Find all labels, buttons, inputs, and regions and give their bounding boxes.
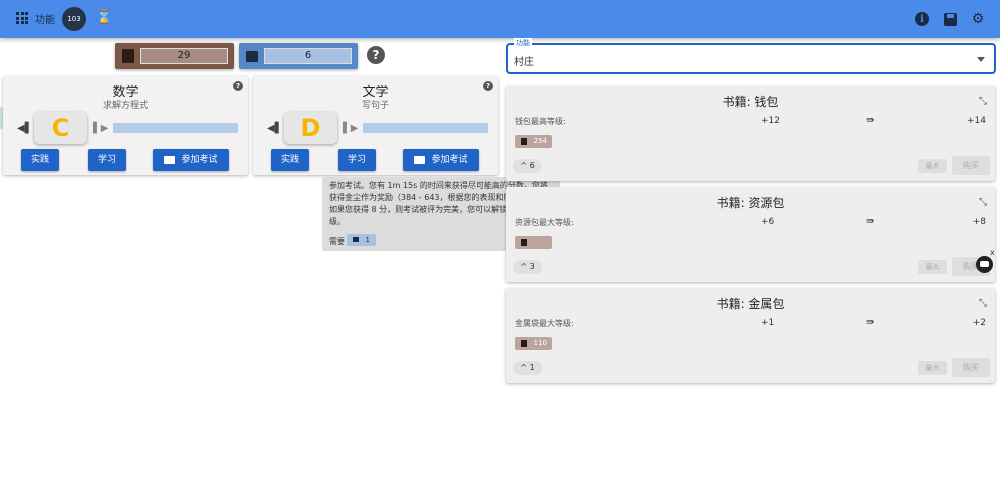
stat-next: +14 (967, 116, 986, 126)
book-resource: 29 (115, 43, 234, 69)
take-exam-label: 参加考试 (181, 155, 218, 165)
study-button[interactable]: 学习 (88, 149, 126, 171)
max-button[interactable]: 最大 (918, 159, 947, 173)
arrow-right-icon: ⇛ (866, 115, 875, 126)
level-chip: ^ 3 (513, 260, 542, 274)
select-label: 功能 (514, 38, 532, 48)
study-button[interactable]: 学习 (338, 149, 376, 171)
mascot-icon[interactable] (976, 256, 993, 273)
progress-bar (363, 123, 488, 133)
id-card-icon (353, 237, 359, 242)
requirement-label: 需要 (329, 237, 345, 246)
book-resource-value: 29 (140, 48, 228, 64)
grade-display: C (34, 112, 87, 144)
collapse-icon[interactable]: ⤡ (979, 298, 987, 309)
stat-current: +1 (761, 318, 775, 328)
select-value: 村庄 (514, 57, 534, 68)
cost-chip: 254 (515, 135, 552, 148)
previous-grade-icon[interactable]: ◀▌ (267, 123, 282, 134)
help-icon[interactable]: ? (367, 46, 385, 64)
book-upgrade-card: 书籍: 钱包 ⤡ 钱包最高等级: +12 ⇛ +14 254 ^ 6 最大 购买 (506, 86, 995, 181)
book-upgrade-card: 书籍: 金属包 ⤡ 金属袋最大等级: +1 ⇛ +2 110 ^ 1 最大 购买 (506, 288, 995, 383)
book-icon (521, 138, 527, 145)
stat-current: +6 (761, 217, 775, 227)
take-exam-button[interactable]: 参加考试 (403, 149, 479, 171)
card-resource-value: 6 (264, 48, 352, 64)
max-button[interactable]: 最大 (918, 361, 947, 375)
stat-next: +2 (972, 318, 986, 328)
collapse-icon[interactable]: ⤡ (979, 197, 987, 208)
id-card-icon (164, 155, 176, 164)
level-value: 6 (529, 161, 535, 170)
collapse-icon[interactable]: ⤡ (979, 96, 987, 107)
arrow-right-icon: ⇛ (866, 317, 875, 328)
gear-icon[interactable]: ⚙ (968, 9, 988, 29)
progress-bar (113, 123, 238, 133)
top-app-bar: 功能 103 ⌛ i ⚙ (0, 0, 1000, 38)
stat-next: +8 (972, 217, 986, 227)
level-value: 3 (529, 262, 535, 271)
hourglass-icon[interactable]: ⌛ (96, 10, 112, 25)
stat-current: +12 (761, 116, 780, 126)
buy-button[interactable]: 购买 (952, 358, 990, 377)
cost-chip: 110 (515, 337, 552, 350)
chevron-down-icon (977, 57, 985, 62)
next-grade-icon[interactable]: ▌▶ (93, 123, 108, 134)
cost-value: 110 (533, 339, 547, 347)
stat-label: 资源包最大等级: (515, 218, 574, 227)
level-chip: ^ 6 (513, 159, 542, 173)
grade-display: D (284, 112, 337, 144)
save-icon[interactable] (940, 9, 960, 29)
max-button[interactable]: 最大 (918, 260, 947, 274)
subject-card-literature: 文学 写句子 ? ◀▌ D ▌▶ 实践 学习 参加考试 (253, 76, 498, 175)
card-resource: 6 (239, 43, 358, 69)
subject-card-math: 数学 求解方程式 ? ◀▌ C ▌▶ 实践 学习 参加考试 (3, 76, 248, 175)
stat-label: 钱包最高等级: (515, 117, 566, 126)
requirement-chip: 1 (347, 234, 376, 246)
arrow-right-icon: ⇛ (866, 216, 875, 227)
apps-grid-icon[interactable] (16, 12, 28, 24)
subject-subtitle: 求解方程式 (102, 101, 148, 111)
close-icon[interactable]: x (990, 248, 995, 257)
help-icon[interactable]: ? (233, 81, 243, 91)
book-icon (122, 49, 134, 63)
gear-badge-icon[interactable]: 103 (64, 9, 84, 29)
take-exam-label: 参加考试 (431, 155, 468, 165)
book-title: 书籍: 金属包 (716, 297, 785, 311)
id-card-icon (246, 51, 258, 62)
requirement-value: 1 (365, 236, 370, 244)
id-card-icon (414, 155, 426, 164)
book-upgrade-card: 书籍: 资源包 ⤡ 资源包最大等级: +6 ⇛ +8 ^ 3 最大 购买 (506, 187, 995, 282)
buy-button[interactable]: 购买 (952, 156, 990, 175)
help-icon[interactable]: ? (483, 81, 493, 91)
book-title: 书籍: 钱包 (722, 95, 779, 109)
level-value: 1 (529, 363, 535, 372)
practice-button[interactable]: 实践 (271, 149, 309, 171)
stat-label: 金属袋最大等级: (515, 319, 574, 328)
menu-label[interactable]: 功能 (35, 11, 55, 26)
previous-grade-icon[interactable]: ◀▌ (17, 123, 32, 134)
book-icon (521, 239, 527, 246)
level-chip: ^ 1 (513, 361, 542, 375)
take-exam-button[interactable]: 参加考试 (153, 149, 229, 171)
cost-chip (515, 236, 552, 249)
next-grade-icon[interactable]: ▌▶ (343, 123, 358, 134)
cost-value: 254 (533, 137, 547, 145)
book-title: 书籍: 资源包 (716, 196, 785, 210)
info-icon[interactable]: i (912, 9, 932, 29)
book-icon (521, 340, 527, 347)
feature-select[interactable]: 功能 村庄 (506, 38, 996, 74)
practice-button[interactable]: 实践 (21, 149, 59, 171)
subject-subtitle: 写句子 (361, 101, 389, 111)
